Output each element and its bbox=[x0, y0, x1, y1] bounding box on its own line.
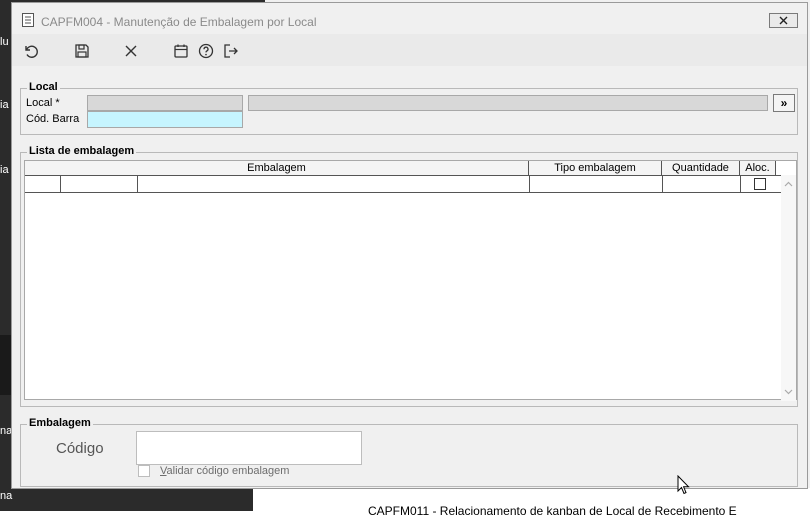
scroll-down-icon bbox=[784, 389, 793, 395]
save-icon bbox=[75, 44, 89, 58]
local-code-field[interactable] bbox=[87, 95, 243, 111]
validate-code-label-text: Validar código embalagem bbox=[160, 465, 290, 477]
search-local-button[interactable]: » bbox=[773, 94, 795, 112]
cell-divider bbox=[529, 175, 530, 193]
aloc-checkbox[interactable] bbox=[754, 178, 766, 190]
close-button[interactable] bbox=[769, 13, 798, 28]
toolbar bbox=[12, 34, 807, 66]
barcode-label: Cód. Barra bbox=[26, 113, 80, 125]
cell-divider bbox=[60, 175, 61, 193]
column-header-aloc[interactable]: Aloc. bbox=[740, 161, 776, 175]
help-icon bbox=[198, 43, 214, 59]
table-scrollbar[interactable] bbox=[781, 175, 796, 401]
background-text: na bbox=[0, 490, 13, 502]
local-group-title: Local bbox=[27, 81, 60, 93]
validate-code-checkbox[interactable] bbox=[138, 465, 150, 477]
calendar-icon bbox=[174, 44, 188, 58]
packaging-table[interactable]: Embalagem Tipo embalagem Quantidade Aloc… bbox=[24, 160, 797, 401]
save-button[interactable] bbox=[73, 42, 91, 60]
document-icon bbox=[22, 13, 34, 27]
cell-divider bbox=[137, 175, 138, 193]
calendar-button[interactable] bbox=[172, 42, 190, 60]
undo-icon bbox=[25, 45, 38, 58]
column-header-tipo[interactable]: Tipo embalagem bbox=[529, 161, 662, 175]
undo-button[interactable] bbox=[22, 42, 40, 60]
list-group-title: Lista de embalagem bbox=[27, 145, 137, 157]
table-row[interactable] bbox=[25, 175, 781, 193]
window-title: CAPFM004 - Manutenção de Embalagem por L… bbox=[41, 15, 317, 29]
close-icon bbox=[779, 16, 788, 25]
cancel-icon bbox=[125, 45, 137, 57]
background-caption: CAPFM011 - Relacionamento de kanban de L… bbox=[368, 504, 737, 518]
exit-icon bbox=[224, 44, 238, 58]
cell-divider bbox=[662, 175, 663, 193]
column-header-embalagem[interactable]: Embalagem bbox=[25, 161, 529, 175]
column-header-quantidade[interactable]: Quantidade bbox=[662, 161, 740, 175]
cell-divider bbox=[740, 175, 741, 193]
mouse-cursor-icon bbox=[677, 475, 690, 495]
packaging-group-title: Embalagem bbox=[27, 417, 93, 429]
code-label: Código bbox=[56, 440, 104, 457]
help-button[interactable] bbox=[197, 42, 215, 60]
barcode-field[interactable] bbox=[87, 111, 243, 128]
background-text: ia bbox=[0, 99, 9, 111]
background-text: ia bbox=[0, 164, 9, 176]
scroll-up-icon bbox=[784, 181, 793, 187]
cancel-button[interactable] bbox=[122, 42, 140, 60]
validate-code-label[interactable]: Validar código embalagem bbox=[160, 465, 289, 477]
title-bar[interactable]: CAPFM004 - Manutenção de Embalagem por L… bbox=[12, 3, 807, 34]
local-label: Local * bbox=[26, 97, 60, 109]
background-text: lu bbox=[0, 36, 9, 48]
packaging-code-field[interactable] bbox=[136, 431, 362, 465]
local-description-field[interactable] bbox=[248, 95, 768, 111]
exit-button[interactable] bbox=[222, 42, 240, 60]
